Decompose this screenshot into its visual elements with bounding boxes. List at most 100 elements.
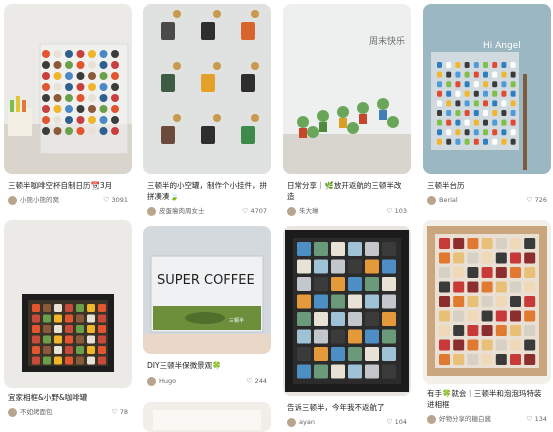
author-name[interactable]: ayan <box>299 417 315 428</box>
like-button[interactable]: ♡ 244 <box>246 376 267 387</box>
cup-shape <box>439 354 450 365</box>
cup-shape <box>53 94 62 102</box>
heart-icon: ♡ <box>526 196 533 204</box>
cup-shape <box>65 72 73 80</box>
cup-shape <box>32 314 40 323</box>
like-button[interactable]: ♡ 3091 <box>103 195 128 206</box>
card-image[interactable] <box>423 220 551 384</box>
avatar[interactable] <box>8 196 17 205</box>
cup-shape <box>495 267 507 278</box>
card-title[interactable]: DIY三顿半保微景观🍀 <box>147 360 267 371</box>
cup-shape <box>65 304 73 312</box>
cup-shape <box>481 296 493 307</box>
cup-shape <box>32 356 40 365</box>
cup-shape <box>492 90 498 97</box>
author-name[interactable]: 朱大琳 <box>299 206 319 217</box>
like-button[interactable]: ♡ 4707 <box>242 206 267 217</box>
author-name[interactable]: 小熊小熊的窝 <box>20 195 59 206</box>
like-count: 4707 <box>250 207 267 215</box>
feed-card[interactable] <box>143 402 271 432</box>
avatar[interactable] <box>147 207 156 216</box>
avatar[interactable] <box>287 418 296 427</box>
cup-shape <box>348 364 362 379</box>
cup-shape <box>297 277 311 291</box>
feed-card[interactable]: 告诉三顿半，今年我不返航了 ayan ♡ 104 <box>283 226 411 432</box>
author-name[interactable]: 不如烤面包 <box>20 407 53 418</box>
author-name[interactable]: Berial <box>439 195 458 206</box>
card-title[interactable]: 三顿半咖啡空杯自制日历📆3月 <box>8 180 128 191</box>
card-title[interactable]: 日常分享｜🌿放开返航的三顿半改造 <box>287 180 407 202</box>
card-title[interactable]: 告诉三顿半，今年我不返航了 <box>287 402 407 413</box>
cup-shape <box>54 325 62 333</box>
like-button[interactable]: ♡ 726 <box>526 195 547 206</box>
cup-shape <box>53 127 62 135</box>
cup-shape <box>439 252 450 264</box>
cup-shape <box>467 310 479 322</box>
cup-shape <box>501 81 507 88</box>
cup-shape <box>348 294 362 309</box>
avatar[interactable] <box>427 415 436 424</box>
feed-card[interactable]: SUPER COFFEE 三顿半 DIY三顿半保微景观🍀 Hugo ♡ 244 <box>143 226 271 394</box>
cup-shape <box>446 81 452 88</box>
cup-shape <box>88 94 96 102</box>
card-title[interactable]: 有手🍀就会｜三顿半和泡泡玛特装进相框 <box>427 388 547 410</box>
cup-shape <box>510 90 516 97</box>
card-image[interactable] <box>143 4 271 174</box>
avatar[interactable] <box>8 408 17 417</box>
cup-shape <box>32 325 40 333</box>
cup-shape <box>87 335 95 344</box>
heart-icon: ♡ <box>386 207 393 215</box>
card-image[interactable] <box>4 220 132 388</box>
cup-shape <box>54 346 62 354</box>
cup-shape <box>65 335 73 344</box>
cup-shape <box>65 325 73 333</box>
cup-shape <box>65 83 73 91</box>
like-button[interactable]: ♡ 134 <box>526 414 547 425</box>
cup-shape <box>42 116 50 124</box>
card-title[interactable]: 三顿半的小空罐，制作个小挂件，拼拼凑凑🍃 <box>147 180 267 202</box>
feed-card[interactable]: 三顿半咖啡空杯自制日历📆3月 小熊小熊的窝 ♡ 3091 <box>4 4 132 214</box>
feed-card[interactable]: 周末快乐 日常分享｜🌿放开返航的三顿半改造 朱大琳 ♡ 103 <box>283 4 411 220</box>
feed-card[interactable]: 有手🍀就会｜三顿半和泡泡玛特装进相框 好物分享的糖白酱 ♡ 134 <box>423 220 551 432</box>
cup-shape <box>111 50 119 58</box>
cup-shape <box>501 62 507 68</box>
card-title[interactable]: 宜家相框&小野&咖啡罐 <box>8 392 128 403</box>
cup-shape <box>501 90 507 97</box>
card-image[interactable]: Hi Angel <box>423 4 551 174</box>
cup-shape <box>99 105 108 113</box>
heart-icon: ♡ <box>386 418 393 426</box>
card-image[interactable]: 周末快乐 <box>283 4 411 174</box>
cup-shape <box>495 296 507 307</box>
cup-shape <box>331 277 345 291</box>
feed-card[interactable]: 三顿半的小空罐，制作个小挂件，拼拼凑凑🍃 皮蛋瘦肉周女士 ♡ 4707 <box>143 4 271 220</box>
cup-shape <box>510 354 521 365</box>
card-image[interactable] <box>143 402 271 432</box>
avatar[interactable] <box>147 377 156 386</box>
cup-shape <box>473 129 479 136</box>
card-image[interactable] <box>283 226 411 396</box>
like-button[interactable]: ♡ 104 <box>386 417 407 428</box>
cup-shape <box>43 356 51 365</box>
cup-shape <box>53 61 62 69</box>
cup-shape <box>76 116 85 124</box>
author-name[interactable]: Hugo <box>159 376 176 387</box>
cup-shape <box>65 50 73 58</box>
like-button[interactable]: ♡ 78 <box>111 407 128 418</box>
cup-shape <box>65 116 73 124</box>
cup-shape <box>439 339 450 351</box>
card-image[interactable] <box>4 4 132 174</box>
card-image[interactable]: SUPER COFFEE 三顿半 <box>143 226 271 354</box>
avatar[interactable] <box>287 207 296 216</box>
cup-shape <box>495 281 507 293</box>
cup-shape <box>87 304 95 312</box>
cup-shape <box>65 356 73 365</box>
card-meta: 不如烤面包 ♡ 78 <box>8 407 128 419</box>
like-button[interactable]: ♡ 103 <box>386 206 407 217</box>
author-name[interactable]: 好物分享的糖白酱 <box>439 414 491 425</box>
feed-card[interactable]: Hi Angel 三顿半台历 Berial ♡ 726 <box>423 4 551 214</box>
avatar[interactable] <box>427 196 436 205</box>
author-name[interactable]: 皮蛋瘦肉周女士 <box>159 206 205 217</box>
card-title[interactable]: 三顿半台历 <box>427 180 547 191</box>
cup-shape <box>473 62 479 68</box>
feed-card[interactable]: 宜家相框&小野&咖啡罐 不如烤面包 ♡ 78 <box>4 220 132 425</box>
